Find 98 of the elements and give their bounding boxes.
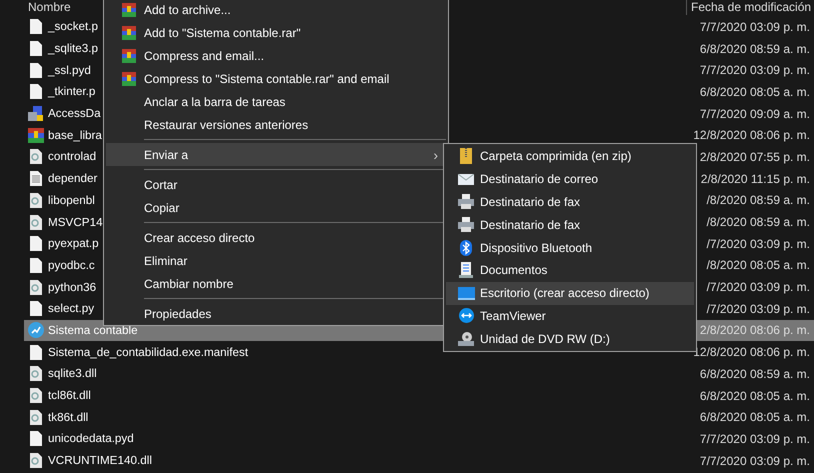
printer-icon — [458, 217, 474, 232]
blank-file-icon — [30, 301, 42, 316]
gear-file-icon — [30, 149, 42, 164]
desktop-icon — [458, 286, 474, 300]
blank-file-icon — [30, 41, 42, 56]
file-name[interactable]: AccessDa — [48, 107, 101, 120]
menu-item[interactable]: Escritorio (crear acceso directo) — [446, 282, 694, 305]
menu-item[interactable]: Destinatario de fax — [446, 213, 694, 236]
menu-item[interactable]: Add to archive... — [106, 0, 446, 21]
bluetooth-icon — [460, 240, 472, 256]
menu-item[interactable]: TeamViewer — [446, 304, 694, 328]
modified-date: 6/8/2020 08:05 a. m. — [700, 410, 810, 424]
archive-icon — [28, 128, 44, 143]
menu-item[interactable]: Compress and email... — [106, 44, 446, 67]
text-file-icon — [30, 171, 42, 186]
menu-item[interactable]: Add to "Sistema contable.rar" — [106, 21, 446, 44]
menu-item[interactable]: Destinatario de fax — [446, 190, 694, 214]
menu-item[interactable]: Unidad de DVD RW (D:) — [446, 327, 694, 350]
archive-icon — [122, 48, 136, 62]
menu-item[interactable]: Copiar — [106, 196, 446, 219]
gear-file-icon — [30, 214, 42, 230]
blank-file-icon — [30, 84, 42, 100]
disc-drive-icon — [458, 331, 474, 346]
modified-date: /7/2020 03:09 p. m. — [706, 302, 810, 316]
modified-date: 12/8/2020 08:06 p. m. — [693, 128, 810, 142]
menu-item[interactable]: Restaurar versiones anteriores — [106, 113, 446, 136]
app-icon — [28, 322, 44, 338]
envelope-icon — [458, 174, 474, 185]
gear-file-icon — [30, 453, 42, 468]
chevron-icon: › — [433, 146, 446, 162]
modified-date: /8/2020 08:59 a. m. — [706, 215, 810, 230]
gear-file-icon — [30, 192, 42, 208]
menu-item[interactable]: Compress to "Sistema contable.rar" and email — [106, 67, 446, 90]
file-name[interactable]: _socket.p — [48, 20, 98, 34]
modified-date: 6/8/2020 08:59 a. m. — [700, 366, 810, 381]
file-name[interactable]: tk86t.dll — [48, 410, 88, 424]
printer-icon — [458, 194, 474, 210]
archive-icon — [122, 72, 136, 86]
menu-item[interactable]: Anclar a la barra de tareas — [106, 90, 446, 113]
modified-date: /7/2020 03:09 p. m. — [706, 236, 810, 251]
archive-icon — [122, 2, 136, 16]
menu-item[interactable]: Cortar — [106, 173, 446, 196]
file-name[interactable]: base_libra — [48, 128, 102, 142]
modified-date: 2/8/2020 07:55 p. m. — [700, 150, 810, 164]
file-name[interactable]: controlad — [48, 150, 96, 164]
menu-item[interactable]: Destinatario de correo — [446, 168, 694, 191]
file-name[interactable]: _sqlite3.p — [48, 42, 98, 56]
menu-item[interactable]: Crear acceso directo — [106, 226, 446, 249]
file-name[interactable]: sqlite3.dll — [48, 367, 97, 380]
document-icon — [459, 262, 473, 278]
menu-item[interactable]: Documentos — [446, 258, 694, 282]
modified-date: 12/8/2020 08:06 p. m. — [693, 345, 810, 360]
gear-file-icon — [30, 366, 42, 382]
blank-file-icon — [30, 236, 42, 252]
modified-date: 6/8/2020 08:05 a. m. — [700, 388, 810, 403]
archive-icon — [122, 26, 136, 40]
modified-date: 7/7/2020 09:09 a. m. — [700, 106, 810, 121]
file-name[interactable]: Sistema contable — [48, 324, 138, 337]
blank-file-icon — [30, 19, 42, 34]
gear-file-icon — [30, 388, 42, 404]
file-name[interactable]: _ssl.pyd — [48, 64, 91, 77]
modified-date: 7/7/2020 03:09 p. m. — [700, 63, 810, 78]
gear-file-icon — [30, 280, 42, 295]
modified-date: 7/7/2020 03:09 p. m. — [700, 432, 810, 446]
column-header[interactable]: Fecha de modificación — [686, 0, 814, 15]
file-name[interactable]: _tkinter.p — [48, 85, 96, 98]
menu-item[interactable]: Eliminar — [106, 249, 446, 272]
file-name[interactable]: python36 — [48, 280, 96, 294]
menu-item[interactable]: Dispositivo Bluetooth — [446, 236, 694, 259]
file-name[interactable]: select.py — [48, 302, 94, 316]
file-name[interactable]: libopenbl — [48, 194, 95, 207]
file-name[interactable]: depender — [48, 172, 98, 186]
modified-date: 6/8/2020 08:05 a. m. — [700, 84, 810, 99]
modified-date: /8/2020 08:59 a. m. — [706, 193, 810, 208]
modified-date: 7/7/2020 03:09 p. m. — [700, 20, 810, 34]
blank-file-icon — [30, 62, 42, 78]
file-name[interactable]: pyexpat.p — [48, 237, 99, 250]
menu-item[interactable]: Carpeta comprimida (en zip) — [446, 145, 694, 168]
blank-file-icon — [30, 258, 42, 273]
modified-date: /8/2020 08:05 a. m. — [706, 258, 810, 272]
file-name[interactable]: tcl86t.dll — [48, 389, 91, 402]
modified-date: 6/8/2020 08:59 a. m. — [700, 42, 810, 56]
modified-date: /7/2020 03:09 p. m. — [706, 280, 810, 294]
setup-icon — [28, 106, 44, 122]
menu-item[interactable]: Enviar a › — [106, 143, 446, 166]
file-name[interactable]: Sistema_de_contabilidad.exe.manifest — [48, 346, 248, 359]
blank-file-icon — [30, 431, 42, 446]
zip-folder-icon — [460, 148, 472, 164]
file-name[interactable]: unicodedata.pyd — [48, 432, 134, 446]
menu-item[interactable]: Cambiar nombre — [106, 272, 446, 295]
file-name[interactable]: VCRUNTIME140.dll — [48, 454, 152, 468]
modified-date: 2/8/2020 08:06 p. m. — [700, 323, 810, 338]
blank-file-icon — [30, 344, 42, 360]
modified-date: 2/8/2020 11:15 p. m. — [700, 172, 810, 186]
modified-date: 7/7/2020 03:09 p. m. — [700, 454, 810, 468]
file-name[interactable]: pyodbc.c — [48, 258, 95, 272]
gear-file-icon — [30, 410, 42, 425]
file-name[interactable]: MSVCP14 — [48, 216, 103, 229]
